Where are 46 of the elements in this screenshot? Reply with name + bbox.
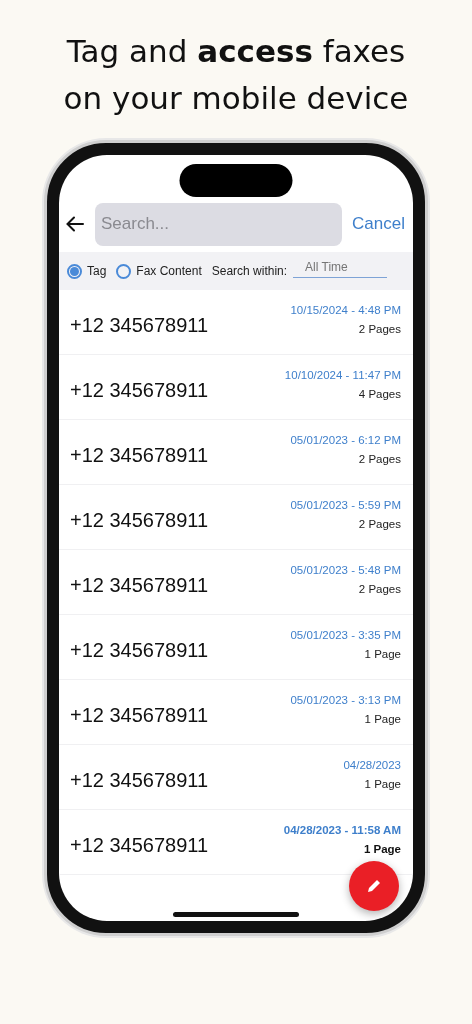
fax-number: +12 345678911 (70, 768, 209, 792)
radio-option[interactable]: Fax Content (116, 263, 202, 279)
back-icon[interactable] (65, 214, 85, 234)
fax-number: +12 345678911 (70, 508, 209, 532)
page-count: 2 Pages (358, 323, 401, 335)
fax-row[interactable]: +12 345678911 05/01/2023 - 3:35 PM 1 Page (59, 615, 413, 680)
pencil-icon (365, 877, 383, 895)
fax-row[interactable]: +12 345678911 05/01/2023 - 5:59 PM 2 Pages (59, 485, 413, 550)
search-field[interactable]: Search... (95, 202, 343, 246)
page-count: 1 Page (364, 778, 401, 790)
page-count: 2 Pages (358, 583, 401, 595)
fax-number: +12 345678911 (70, 573, 209, 597)
fax-date: 05/01/2023 - 3:35 PM (290, 629, 401, 641)
page-count: 1 Page (364, 648, 401, 660)
compose-button[interactable] (349, 861, 399, 911)
fax-row[interactable]: +12 345678911 05/01/2023 - 6:12 PM 2 Pages (59, 420, 413, 485)
search-within-label: Search within: (211, 264, 288, 278)
page-count: 2 Pages (358, 518, 401, 530)
headline: Tag and access faxes (66, 32, 406, 71)
fax-row[interactable]: +12 345678911 10/10/2024 - 11:47 PM 4 Pages (59, 355, 413, 420)
fax-date: 05/01/2023 - 6:12 PM (290, 434, 401, 446)
fax-date: 05/01/2023 - 5:59 PM (290, 499, 401, 511)
fax-date: 10/15/2024 - 4:48 PM (290, 304, 401, 316)
fax-date: 04/28/2023 (343, 759, 401, 771)
page-count: 1 Page (363, 843, 401, 855)
cancel-button[interactable]: Cancel (352, 214, 405, 234)
fax-row[interactable]: +12 345678911 05/01/2023 - 5:48 PM 2 Pages (59, 550, 413, 615)
fax-date: 10/10/2024 - 11:47 PM (284, 369, 401, 381)
fax-number: +12 345678911 (70, 313, 209, 337)
fax-date: 05/01/2023 - 5:48 PM (290, 564, 401, 576)
page-count: 2 Pages (358, 453, 401, 465)
fax-number: +12 345678911 (70, 703, 209, 727)
fax-date: 05/01/2023 - 3:13 PM (290, 694, 401, 706)
page-count: 1 Page (364, 713, 401, 725)
fax-number: +12 345678911 (70, 833, 209, 857)
fax-number: +12 345678911 (70, 378, 209, 402)
fax-row[interactable]: +12 345678911 04/28/2023 1 Page (59, 745, 413, 810)
fax-number: +12 345678911 (70, 443, 209, 467)
fax-number: +12 345678911 (70, 638, 209, 662)
time-range-field[interactable]: All Time (293, 260, 388, 278)
radio-option[interactable]: Tag (67, 263, 107, 279)
fax-row[interactable]: +12 345678911 05/01/2023 - 3:13 PM 1 Page (59, 680, 413, 745)
headline: on your mobile device (63, 79, 409, 118)
fax-date: 04/28/2023 - 11:58 AM (283, 824, 401, 836)
fax-row[interactable]: +12 345678911 10/15/2024 - 4:48 PM 2 Pages (59, 290, 413, 355)
page-count: 4 Pages (358, 388, 401, 400)
